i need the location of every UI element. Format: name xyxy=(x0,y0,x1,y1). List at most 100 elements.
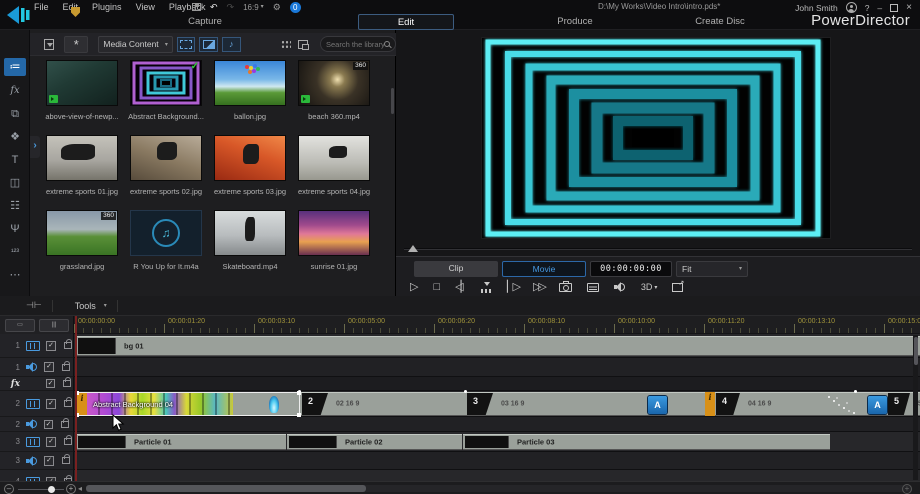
track-header-2-audio[interactable]: 2 ✓ xyxy=(0,417,74,432)
redo-icon[interactable]: ↷ xyxy=(227,2,235,13)
zoom-out-button[interactable]: – xyxy=(4,484,14,494)
zoom-slider-knob[interactable] xyxy=(48,486,55,493)
track-enable-checkbox[interactable]: ✓ xyxy=(46,341,56,351)
preview-seekbar[interactable] xyxy=(404,245,912,252)
search-input[interactable] xyxy=(326,40,384,49)
filter-video-toggle[interactable] xyxy=(177,37,196,52)
tab-edit[interactable]: Edit xyxy=(358,14,454,30)
3d-mode-button[interactable]: 3D ▾ xyxy=(641,282,658,292)
filter-music-toggle[interactable]: ♪ xyxy=(222,37,241,52)
fast-forward-button[interactable]: ▷▷ xyxy=(533,281,544,294)
aspect-ratio-dropdown[interactable]: 16:9 ▾ xyxy=(243,3,264,12)
track-header-2-video[interactable]: 2 ✓ xyxy=(0,391,74,417)
clip-03[interactable]: 3 03 16 9 xyxy=(465,392,600,416)
sidebar-item-particle-room[interactable]: ❖ xyxy=(4,128,26,146)
next-frame-button[interactable]: ▏▷ xyxy=(507,281,518,294)
track-enable-checkbox[interactable]: ✓ xyxy=(44,362,54,372)
preview-quality-button[interactable] xyxy=(587,283,599,292)
track-enable-checkbox[interactable]: ✓ xyxy=(46,379,55,388)
sidebar-item-chapter-room[interactable]: ¹²³ xyxy=(4,243,26,261)
produce-window-button[interactable] xyxy=(672,283,683,292)
lock-icon[interactable] xyxy=(61,421,69,428)
clip-mode-button[interactable]: Clip xyxy=(414,261,498,277)
lock-icon[interactable] xyxy=(62,364,70,371)
track-enable-checkbox[interactable]: ✓ xyxy=(46,399,56,409)
library-search[interactable] xyxy=(320,36,396,52)
track-height-button[interactable]: ||| xyxy=(39,319,69,332)
scrollbar-thumb[interactable] xyxy=(86,485,366,492)
user-name[interactable]: John Smith xyxy=(795,3,838,13)
clip-02[interactable]: 2 02 16 9 xyxy=(300,392,465,416)
track-header-3-audio[interactable]: 3 ✓ xyxy=(0,452,74,470)
notification-badge[interactable]: 0 xyxy=(290,2,301,13)
track-display-button[interactable]: ▭ xyxy=(5,319,35,332)
timecode-display[interactable]: 00:00:00:00 xyxy=(590,261,672,277)
title-effect-icon[interactable]: A xyxy=(868,396,887,414)
zoom-mode-dropdown[interactable]: Fit ▾ xyxy=(676,261,748,277)
seekbar-track[interactable] xyxy=(404,248,912,250)
sidebar-item-pip-objects-room[interactable]: ⧉ xyxy=(4,105,26,123)
tools-dropdown[interactable]: Tools xyxy=(75,301,96,311)
undo-icon[interactable]: ↶ xyxy=(210,2,218,13)
tab-capture[interactable]: Capture xyxy=(160,14,250,30)
play-button[interactable]: ▷ xyxy=(410,281,418,294)
menu-file[interactable]: File xyxy=(34,2,49,12)
track-header-fx[interactable]: fx ✓ xyxy=(0,377,74,391)
timeline-ruler[interactable]: 00:00:00:00 00:00:01:20 00:00:03:10 00:0… xyxy=(0,316,920,334)
track-header-1-video[interactable]: 1 ✓ xyxy=(0,334,74,358)
zoom-slider-track[interactable] xyxy=(18,489,64,490)
grid-view-icon[interactable] xyxy=(281,40,291,49)
menu-view[interactable]: View xyxy=(136,2,155,12)
track-enable-checkbox[interactable]: ✓ xyxy=(46,437,56,447)
volume-button[interactable] xyxy=(614,282,626,292)
lock-icon[interactable] xyxy=(64,342,72,349)
clip-bg01[interactable]: bg 01 xyxy=(76,336,920,356)
tab-create-disc[interactable]: Create Disc xyxy=(665,14,775,30)
scrollbar-thumb[interactable] xyxy=(914,337,918,365)
movie-mode-button[interactable]: Movie xyxy=(502,261,586,277)
clip-04[interactable]: 4 04 16 9 xyxy=(714,392,822,416)
clip-particle-03[interactable]: Particle 03 xyxy=(463,434,830,450)
snapshot-button[interactable] xyxy=(559,283,572,292)
scroll-left-icon[interactable]: ◂ xyxy=(78,484,82,493)
minimize-icon[interactable]: – xyxy=(877,3,882,13)
clip-particle-02[interactable]: Particle 02 xyxy=(287,434,462,450)
track-header-3-video[interactable]: 3 ✓ xyxy=(0,432,74,452)
timeline-horizontal-scrollbar[interactable] xyxy=(86,485,912,492)
library-category-dropdown[interactable]: Media Content ▾ xyxy=(98,36,172,53)
tab-produce[interactable]: Produce xyxy=(530,14,620,30)
track-header-1-audio[interactable]: 1 ✓ xyxy=(0,358,74,377)
gear-icon[interactable]: ⚙ xyxy=(273,2,281,13)
import-media-icon[interactable] xyxy=(44,39,54,50)
track-enable-checkbox[interactable]: ✓ xyxy=(44,420,53,429)
sidebar-item-title-room[interactable]: T xyxy=(4,151,26,169)
fit-timeline-button[interactable]: + xyxy=(902,484,912,494)
chevron-down-icon[interactable]: ▾ xyxy=(104,302,107,309)
track-header-4-video[interactable]: 4 ✓ xyxy=(0,470,74,481)
sidebar-item-media-room[interactable]: ≔ xyxy=(4,58,26,76)
menu-plugins[interactable]: Plugins xyxy=(92,2,122,12)
clip-title-segment[interactable]: A xyxy=(600,392,714,416)
lock-icon[interactable] xyxy=(62,457,70,464)
sidebar-item-effect-room[interactable]: fx xyxy=(4,82,26,100)
previous-frame-button[interactable]: ◁▏ xyxy=(455,281,466,294)
lock-icon[interactable] xyxy=(64,400,72,407)
help-icon[interactable]: ? xyxy=(865,3,870,13)
clip-tail-segment[interactable]: A 5 05 16 9 xyxy=(822,392,920,416)
clip-abstract-background[interactable]: i Abstract Background 04 xyxy=(76,392,300,416)
timeline-vertical-scrollbar[interactable] xyxy=(913,335,918,480)
search-icon[interactable] xyxy=(384,41,390,47)
sidebar-item-subtitle-room[interactable]: ⋯ xyxy=(4,266,26,284)
selection-handle[interactable] xyxy=(297,413,301,417)
sidebar-item-voice-over-room[interactable]: Ψ xyxy=(4,220,26,238)
stop-button[interactable]: □ xyxy=(433,281,440,294)
lock-icon[interactable] xyxy=(63,380,71,387)
clip-particle-01[interactable]: Particle 01 xyxy=(76,434,286,450)
title-effect-icon[interactable]: A xyxy=(648,396,667,414)
seekbar-playhead[interactable] xyxy=(408,245,418,252)
filter-photo-toggle[interactable] xyxy=(199,37,218,52)
lock-icon[interactable] xyxy=(64,438,72,445)
timeline-playhead[interactable] xyxy=(75,316,77,481)
restore-icon[interactable] xyxy=(890,4,898,12)
track-enable-checkbox[interactable]: ✓ xyxy=(44,456,54,466)
